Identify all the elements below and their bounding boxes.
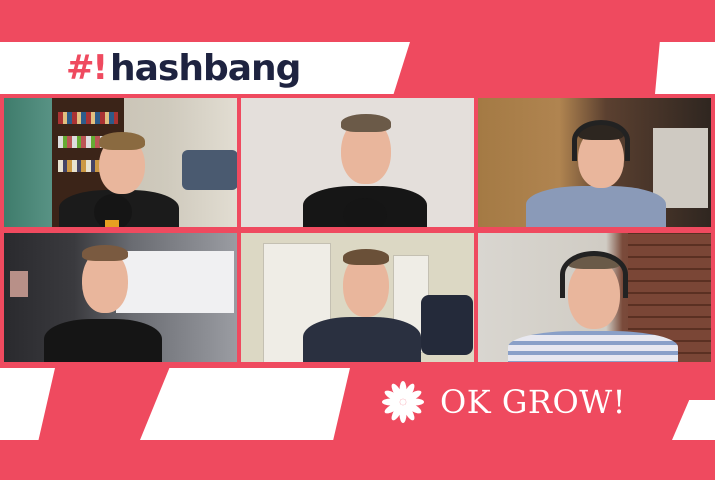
header-band-right: [655, 42, 715, 94]
headphones-icon: [572, 120, 630, 161]
exercise-bike: [421, 295, 473, 355]
video-tile-5: [240, 232, 475, 363]
sponsor-logo: OK GROW!: [378, 374, 626, 430]
video-tile-3: [477, 97, 712, 228]
headphones-icon: [560, 251, 628, 298]
wall-picture: [10, 271, 28, 297]
logo-mark: #!: [66, 48, 108, 88]
mic-mount: [105, 220, 119, 227]
footer-band-right: [672, 400, 715, 440]
lotus-icon: [382, 381, 424, 423]
microphone-icon: [343, 198, 387, 227]
video-tile-6: [477, 232, 712, 363]
video-tile-2: [240, 97, 475, 228]
video-tile-1: [3, 97, 238, 228]
video-grid: [3, 97, 712, 364]
footer-band-left: [0, 368, 55, 440]
footer-band: [140, 368, 350, 440]
couch: [182, 150, 237, 190]
whiteboard: [116, 251, 234, 313]
logo-name: hashbang: [110, 47, 301, 89]
hashbang-logo: #! hashbang: [66, 46, 301, 90]
sponsor-name: OK GROW!: [440, 383, 626, 421]
video-tile-4: [3, 232, 238, 363]
